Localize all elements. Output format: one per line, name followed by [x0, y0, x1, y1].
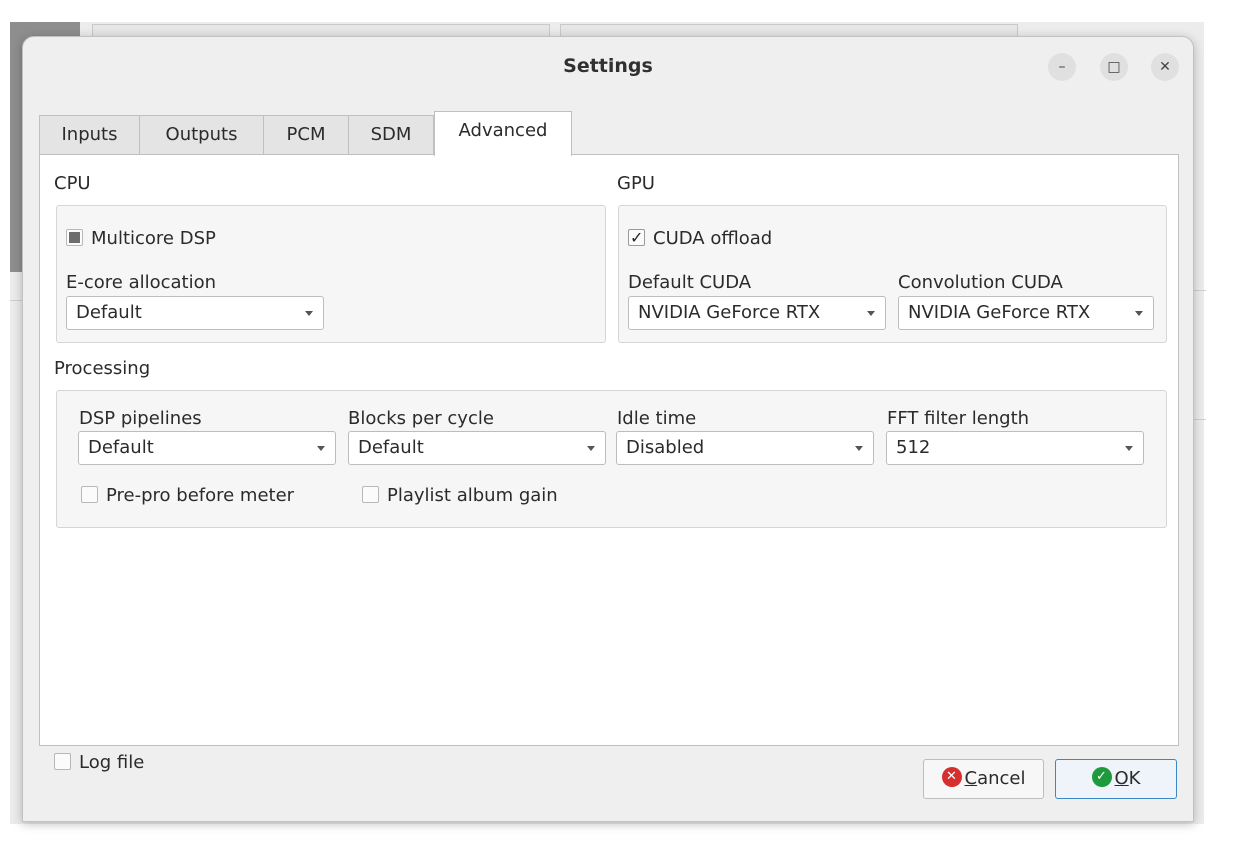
default-cuda-label: Default CUDA	[628, 272, 752, 293]
processing-heading: Processing	[54, 358, 151, 379]
cuda-offload-checkbox[interactable]: CUDA offload	[628, 227, 773, 250]
settings-dialog: Settings – □ ✕ Inputs Outputs PCM SDM Ad…	[22, 36, 1194, 822]
checkbox-icon	[54, 752, 71, 770]
background-divider-right	[1194, 290, 1206, 420]
tab-pcm[interactable]: PCM	[263, 115, 349, 155]
prepro-before-meter-checkbox[interactable]: Pre-pro before meter	[81, 485, 294, 507]
cuda-offload-label: CUDA offload	[653, 228, 773, 249]
prepro-before-meter-label: Pre-pro before meter	[106, 485, 295, 506]
ok-label-rest: K	[1128, 768, 1141, 789]
chevron-down-icon	[855, 446, 863, 451]
chevron-down-icon	[867, 311, 875, 316]
dsp-pipelines-select[interactable]: Default	[78, 431, 336, 465]
chevron-down-icon	[587, 446, 595, 451]
blocks-per-cycle-select[interactable]: Default	[348, 431, 606, 465]
ok-mnemonic: O	[1114, 768, 1129, 789]
chevron-down-icon	[317, 446, 325, 451]
gpu-heading: GPU	[617, 173, 655, 194]
checkmark-icon	[628, 227, 645, 249]
idle-time-select[interactable]: Disabled	[616, 431, 874, 465]
checkbox-icon	[362, 485, 379, 503]
idle-time-value: Disabled	[626, 437, 705, 458]
fft-filter-length-select[interactable]: 512	[886, 431, 1144, 465]
minimize-icon[interactable]: –	[1048, 53, 1076, 81]
tab-outputs[interactable]: Outputs	[139, 115, 264, 155]
playlist-album-gain-checkbox[interactable]: Playlist album gain	[362, 485, 558, 507]
checkbox-partial-icon	[66, 228, 83, 246]
fft-filter-length-label: FFT filter length	[887, 408, 1030, 429]
blocks-per-cycle-value: Default	[358, 437, 424, 458]
log-file-label: Log file	[79, 752, 145, 773]
ok-check-icon: ✓	[1091, 767, 1112, 787]
multicore-dsp-label: Multicore DSP	[91, 228, 216, 249]
processing-group: DSP pipelines Default Blocks per cycle D…	[56, 390, 1167, 528]
tab-advanced[interactable]: Advanced	[434, 111, 572, 156]
convolution-cuda-value: NVIDIA GeForce RTX	[908, 302, 1091, 323]
log-file-checkbox[interactable]: Log file	[54, 752, 144, 774]
ecore-allocation-value: Default	[76, 302, 142, 323]
playlist-album-gain-label: Playlist album gain	[387, 485, 558, 506]
blocks-per-cycle-label: Blocks per cycle	[348, 408, 494, 429]
multicore-dsp-checkbox[interactable]: Multicore DSP	[66, 228, 216, 250]
chevron-down-icon	[1125, 446, 1133, 451]
ok-button[interactable]: ✓ OK	[1055, 759, 1177, 799]
cancel-icon: ✕	[941, 767, 962, 787]
cancel-button[interactable]: ✕ Cancel	[923, 759, 1044, 799]
dialog-title: Settings	[563, 55, 653, 77]
checkbox-icon	[81, 485, 98, 503]
chevron-down-icon	[305, 311, 313, 316]
chevron-down-icon	[1135, 311, 1143, 316]
dsp-pipelines-label: DSP pipelines	[79, 408, 202, 429]
cpu-heading: CPU	[54, 173, 91, 194]
cpu-group: Multicore DSP E-core allocation Default	[56, 205, 606, 343]
ecore-allocation-select[interactable]: Default	[66, 296, 324, 330]
default-cuda-select[interactable]: NVIDIA GeForce RTX	[628, 296, 886, 330]
gpu-group: CUDA offload Default CUDA NVIDIA GeForce…	[618, 205, 1167, 343]
tab-sdm[interactable]: SDM	[348, 115, 434, 155]
cancel-mnemonic: C	[964, 768, 978, 789]
cancel-label-rest: ancel	[977, 768, 1026, 789]
fft-filter-length-value: 512	[896, 437, 931, 458]
maximize-icon[interactable]: □	[1100, 53, 1128, 81]
tab-inputs[interactable]: Inputs	[39, 115, 140, 155]
default-cuda-value: NVIDIA GeForce RTX	[638, 302, 821, 323]
convolution-cuda-select[interactable]: NVIDIA GeForce RTX	[898, 296, 1154, 330]
convolution-cuda-label: Convolution CUDA	[898, 272, 1063, 293]
dsp-pipelines-value: Default	[88, 437, 154, 458]
ecore-allocation-label: E-core allocation	[66, 272, 217, 293]
advanced-panel: CPU Multicore DSP E-core allocation Defa…	[39, 154, 1179, 773]
idle-time-label: Idle time	[617, 408, 697, 429]
close-icon[interactable]: ✕	[1151, 53, 1179, 81]
